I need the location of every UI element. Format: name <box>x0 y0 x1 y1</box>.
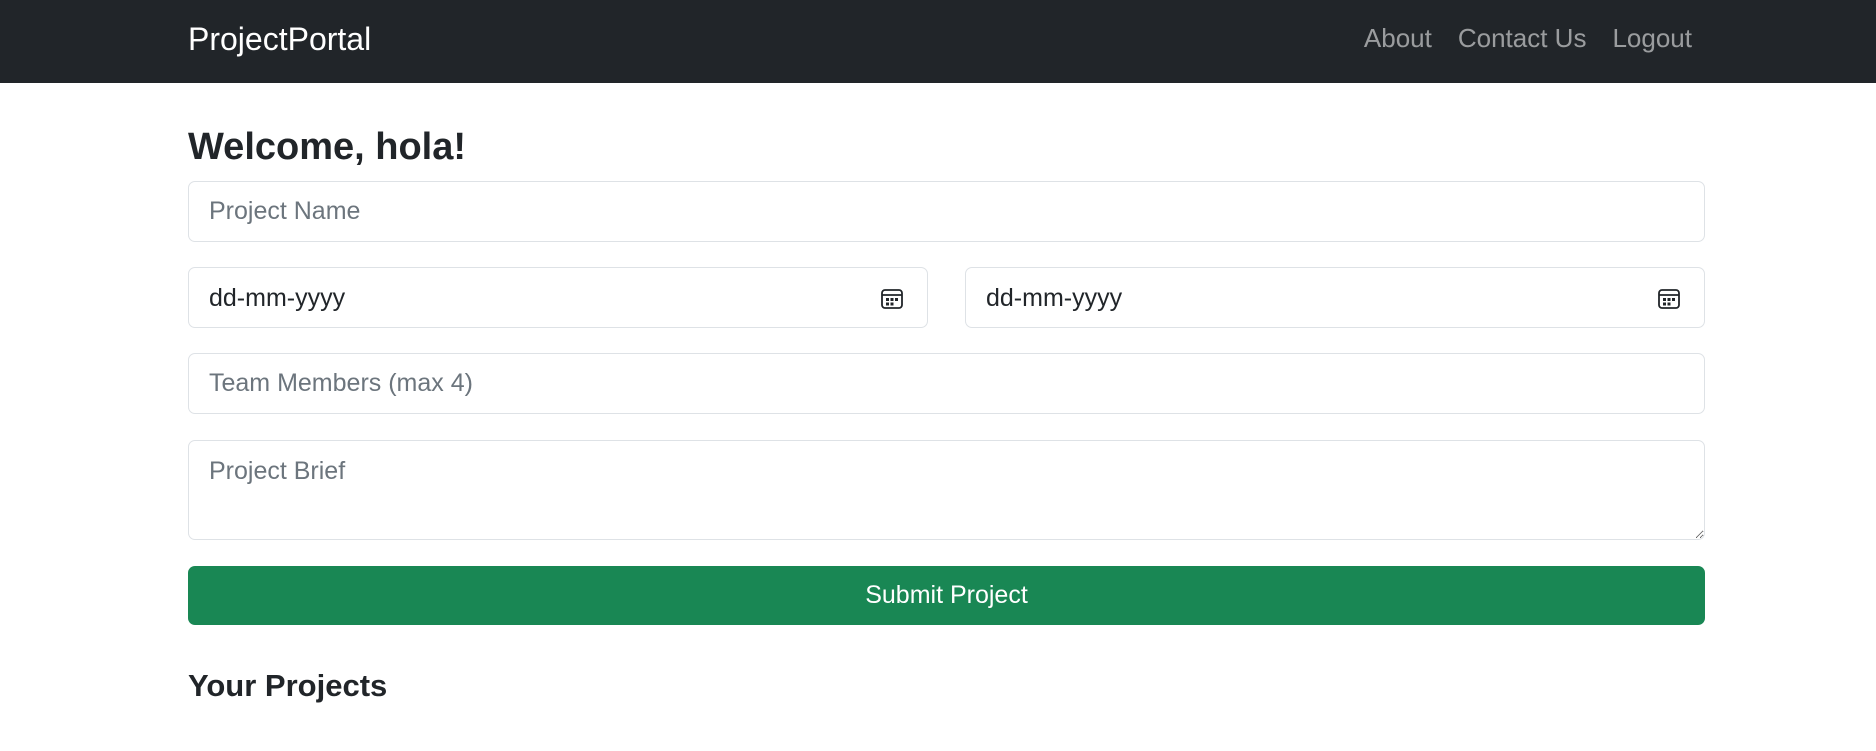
project-name-input[interactable] <box>188 181 1705 242</box>
nav-link-about[interactable]: About <box>1364 21 1432 55</box>
nav-link-contact-us[interactable]: Contact Us <box>1458 21 1587 55</box>
project-brief-textarea[interactable] <box>188 440 1705 540</box>
brand-link[interactable]: ProjectPortal <box>188 19 371 59</box>
end-date-input[interactable]: dd-mm-yyyy <box>965 267 1705 328</box>
your-projects-heading: Your Projects <box>188 668 388 703</box>
calendar-icon[interactable] <box>880 286 904 310</box>
start-date-input[interactable]: dd-mm-yyyy <box>188 267 928 328</box>
nav-links: About Contact Us Logout <box>1364 21 1692 55</box>
navbar: ProjectPortal About Contact Us Logout <box>0 0 1876 83</box>
calendar-icon[interactable] <box>1657 286 1681 310</box>
submit-project-button[interactable]: Submit Project <box>188 566 1705 625</box>
start-date-text: dd-mm-yyyy <box>209 284 346 312</box>
team-members-input[interactable] <box>188 353 1705 414</box>
nav-link-logout[interactable]: Logout <box>1612 21 1692 55</box>
welcome-heading: Welcome, hola! <box>188 126 467 168</box>
end-date-text: dd-mm-yyyy <box>986 284 1123 312</box>
